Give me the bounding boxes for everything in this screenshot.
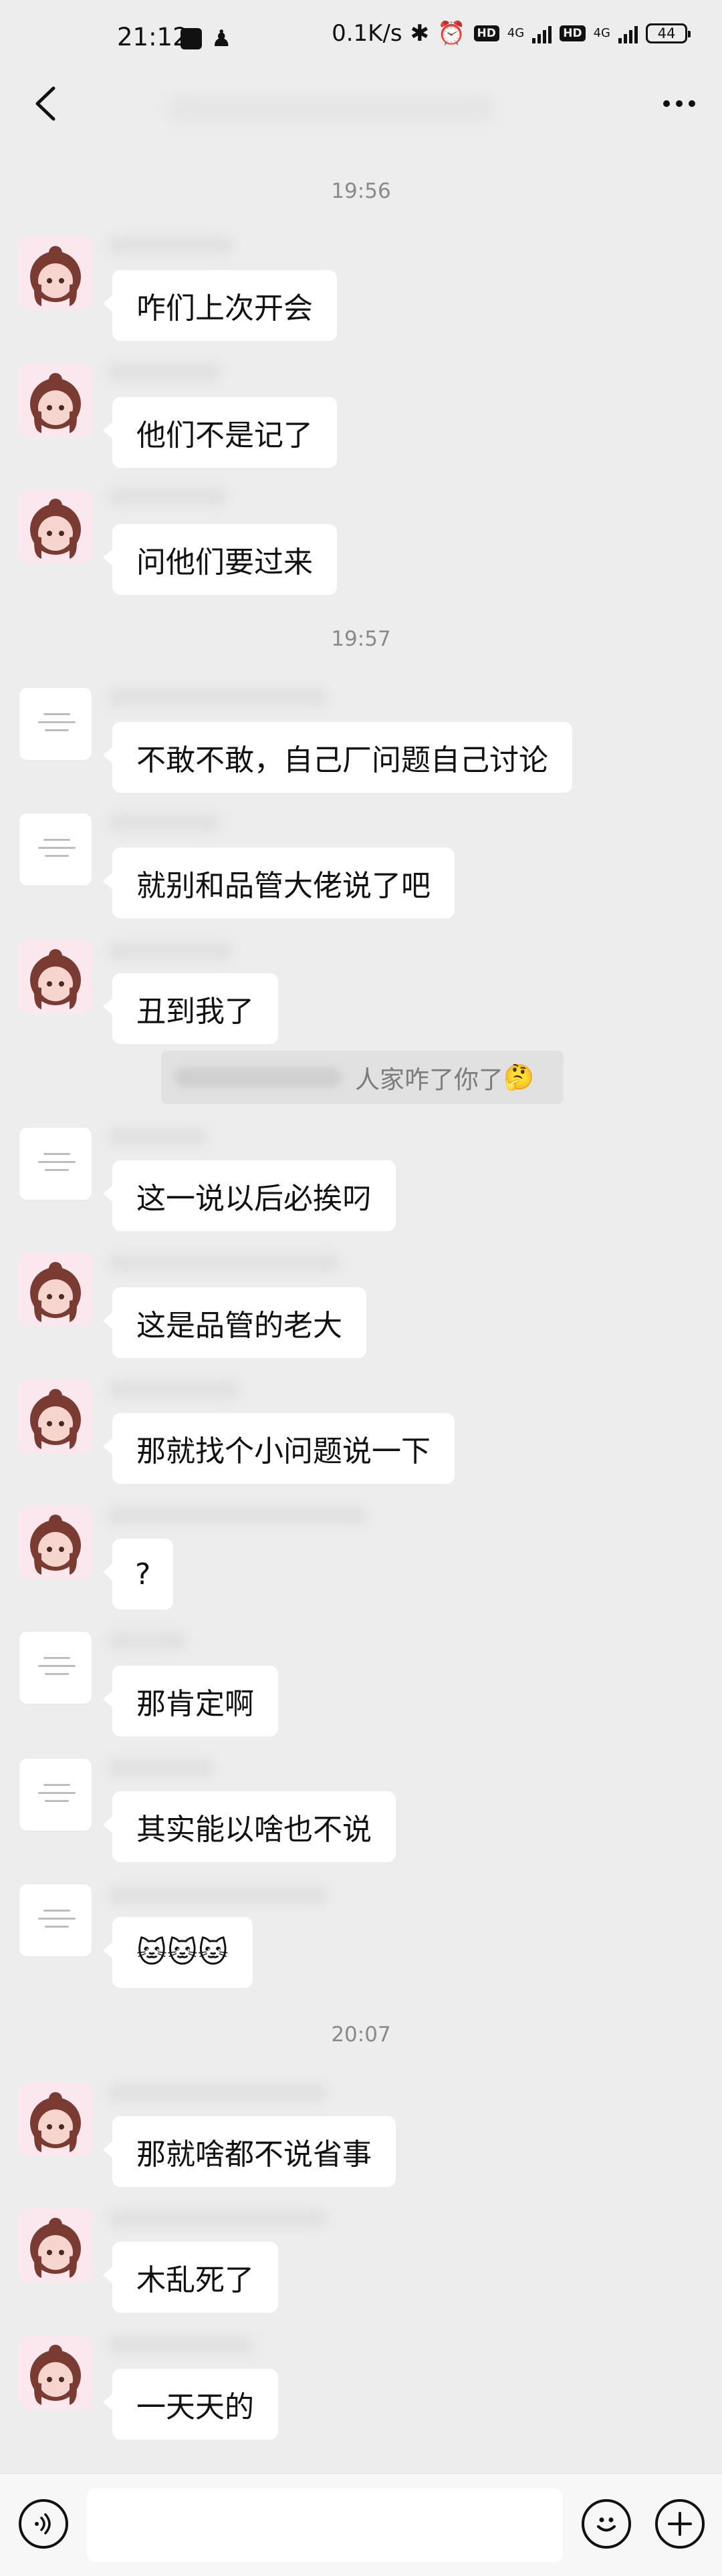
timestamp: 19:56 bbox=[331, 179, 391, 203]
sender-name-redacted bbox=[107, 487, 227, 507]
message-bubble[interactable]: ? bbox=[102, 1539, 174, 1609]
timestamp: 19:57 bbox=[331, 627, 391, 651]
back-button[interactable] bbox=[19, 80, 72, 127]
more-icon bbox=[663, 100, 670, 107]
message-bubble[interactable]: 一天天的 bbox=[103, 2369, 278, 2440]
message-bubble[interactable]: 那就找个小问题说一下 bbox=[103, 1413, 455, 1484]
sender-name-redacted bbox=[107, 941, 234, 961]
document-avatar[interactable] bbox=[19, 1127, 92, 1200]
sender-name-redacted bbox=[107, 813, 221, 833]
voice-icon bbox=[35, 2513, 51, 2535]
girl-avatar[interactable] bbox=[19, 364, 92, 437]
quoted-sender-redacted bbox=[174, 1067, 342, 1087]
voice-button[interactable] bbox=[19, 2499, 68, 2549]
qq-notification-icon: ♟ bbox=[211, 25, 232, 52]
quoted-text: 人家咋了你了 bbox=[355, 1065, 503, 1094]
message-bubble[interactable]: 木乱死了 bbox=[103, 2242, 278, 2313]
status-bar: 21:12 ♟ 0.1K/s ✱ ⏰ HD 4G HD 4G 44 bbox=[0, 0, 722, 80]
emoji-button[interactable] bbox=[582, 2499, 631, 2549]
girl-avatar[interactable] bbox=[19, 1253, 92, 1326]
emoji-icon bbox=[597, 2517, 616, 2532]
thinking-emoji: 🤔 bbox=[503, 1063, 535, 1091]
plus-button[interactable] bbox=[655, 2499, 705, 2549]
sender-name-redacted bbox=[107, 1631, 187, 1651]
sender-name-redacted bbox=[107, 362, 221, 382]
timestamp: 20:07 bbox=[331, 2023, 391, 2047]
message-bubble[interactable]: 这是品管的老大 bbox=[103, 1287, 366, 1358]
girl-avatar[interactable] bbox=[19, 489, 92, 563]
message-bubble[interactable]: 其实能以啥也不说 bbox=[103, 1791, 396, 1862]
message-bubble[interactable]: 就别和品管大佬说了吧 bbox=[103, 848, 455, 918]
network-type-1: 4G bbox=[507, 26, 525, 40]
message-bubble[interactable]: 这一说以后必挨叼 bbox=[103, 1160, 396, 1231]
sender-name-redacted bbox=[107, 2335, 254, 2355]
sender-name-redacted bbox=[107, 2208, 328, 2228]
sender-name-redacted bbox=[107, 235, 234, 255]
network-speed: 0.1K/s bbox=[332, 20, 402, 47]
message-bubble[interactable]: 不敢不敢，自己厂问题自己讨论 bbox=[103, 722, 572, 793]
bluetooth-icon: ✱ bbox=[410, 20, 430, 47]
girl-avatar[interactable] bbox=[19, 2335, 92, 2409]
status-indicators: 0.1K/s ✱ ⏰ HD 4G HD 4G 44 bbox=[332, 20, 691, 47]
input-bar bbox=[0, 2473, 722, 2576]
plus-icon bbox=[668, 2512, 692, 2536]
document-avatar[interactable] bbox=[19, 1631, 92, 1704]
hd-badge-2: HD bbox=[560, 25, 586, 41]
sender-name-redacted bbox=[107, 1253, 341, 1273]
girl-avatar[interactable] bbox=[19, 237, 92, 310]
chat-title-redacted bbox=[167, 95, 495, 123]
more-button[interactable] bbox=[654, 87, 705, 120]
document-avatar[interactable] bbox=[19, 813, 92, 886]
message-bubble[interactable]: 那肯定啊 bbox=[103, 1666, 278, 1736]
sender-name-redacted bbox=[107, 1505, 368, 1525]
message-bubble[interactable]: 丑到我了 bbox=[103, 973, 278, 1044]
girl-avatar[interactable] bbox=[19, 940, 92, 1013]
battery-icon: 44 bbox=[646, 23, 691, 43]
message-bubble[interactable]: 咋们上次开会 bbox=[103, 270, 337, 341]
girl-avatar[interactable] bbox=[19, 1505, 92, 1579]
message-bubble[interactable]: 他们不是记了 bbox=[103, 397, 337, 468]
sender-name-redacted bbox=[107, 1127, 207, 1147]
girl-avatar[interactable] bbox=[19, 2208, 92, 2282]
signal-icon-2 bbox=[618, 23, 638, 43]
sender-name-redacted bbox=[107, 2083, 328, 2103]
quoted-reply[interactable]: 人家咋了你了 🤔 bbox=[161, 1051, 564, 1104]
signal-icon-1 bbox=[532, 23, 552, 43]
sender-name-redacted bbox=[107, 687, 328, 707]
document-avatar[interactable] bbox=[19, 1758, 92, 1831]
message-bubble[interactable]: 那就啥都不说省事 bbox=[103, 2116, 396, 2187]
emoji-message-bubble[interactable]: 🐱🐱🐱 bbox=[103, 1917, 253, 1988]
network-type-2: 4G bbox=[593, 26, 610, 40]
girl-avatar[interactable] bbox=[19, 2083, 92, 2156]
girl-avatar[interactable] bbox=[19, 1380, 92, 1453]
message-bubble[interactable]: 问他们要过来 bbox=[103, 524, 337, 595]
document-avatar[interactable] bbox=[19, 1884, 92, 1957]
sender-name-redacted bbox=[107, 1380, 241, 1400]
sender-name-redacted bbox=[107, 1885, 328, 1905]
sender-name-redacted bbox=[107, 1758, 214, 1778]
document-avatar[interactable] bbox=[19, 687, 92, 761]
alarm-icon: ⏰ bbox=[437, 20, 466, 47]
back-arrow-icon bbox=[35, 86, 55, 121]
notification-app-icon bbox=[180, 28, 202, 49]
message-input[interactable] bbox=[87, 2488, 563, 2562]
clock: 21:12 bbox=[117, 23, 189, 51]
hd-badge: HD bbox=[473, 25, 499, 41]
